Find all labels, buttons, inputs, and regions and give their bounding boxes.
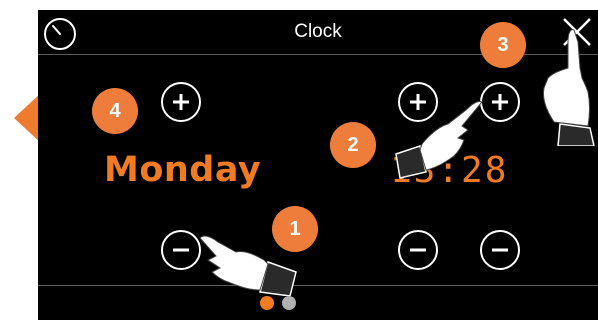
bottom-bar (38, 285, 598, 320)
pointing-hand-icon (395, 101, 483, 179)
day-increase-button[interactable] (161, 82, 201, 122)
page-indicator-dot-active[interactable] (260, 296, 274, 310)
callout-badge-4: 4 (92, 88, 138, 134)
pointing-hand-icon (543, 29, 595, 146)
minute-increase-button[interactable] (480, 82, 520, 122)
plus-icon (492, 94, 508, 110)
minus-icon (410, 248, 426, 252)
hour-decrease-button[interactable] (398, 230, 438, 270)
day-value: Monday (104, 150, 262, 190)
callout-badge-2: 2 (330, 122, 376, 168)
page-indicator-dot[interactable] (282, 296, 296, 310)
minus-icon (173, 248, 189, 252)
plus-icon (173, 94, 189, 110)
minute-decrease-button[interactable] (480, 230, 520, 270)
day-decrease-button[interactable] (161, 230, 201, 270)
callout-badge-3: 3 (480, 22, 526, 68)
callout-badge-1: 1 (272, 206, 318, 252)
minus-icon (492, 248, 508, 252)
